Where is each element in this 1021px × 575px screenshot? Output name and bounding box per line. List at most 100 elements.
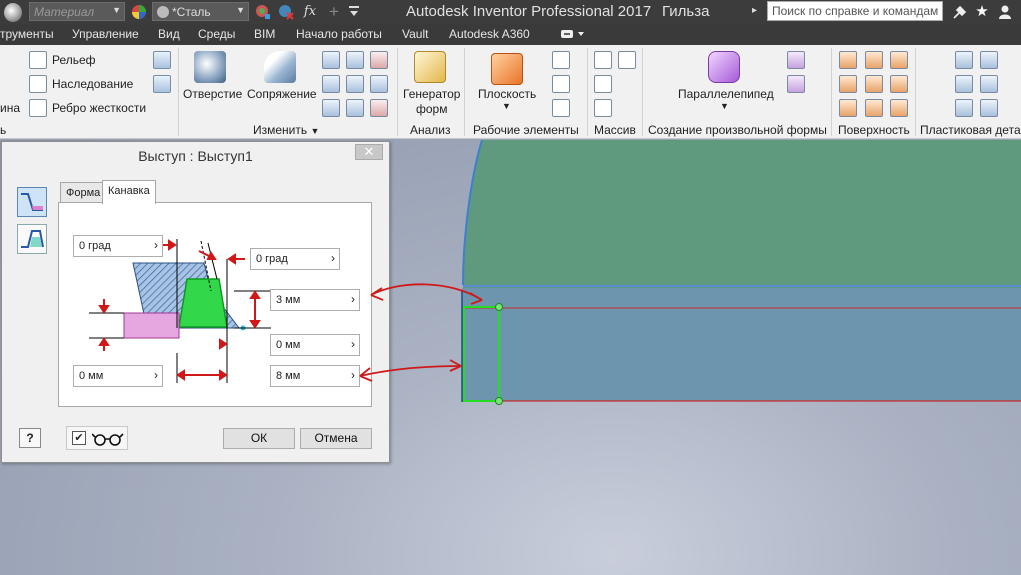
box-icon[interactable] xyxy=(708,51,740,83)
edit-form-icon[interactable] xyxy=(787,75,805,93)
fillet-icon[interactable] xyxy=(264,51,296,83)
user-account-icon[interactable] xyxy=(996,2,1014,21)
ribbon-display-toggle-icon[interactable] xyxy=(560,28,586,40)
derive-button[interactable]: Наследование xyxy=(52,77,133,91)
modify-group-label[interactable]: Изменить ▼ xyxy=(253,123,319,137)
search-expand-icon[interactable]: ▸ xyxy=(752,5,757,19)
delete-face-icon[interactable] xyxy=(370,99,388,117)
tab-get-started[interactable]: Начало работы xyxy=(296,27,382,41)
customize-toolbar-icon[interactable] xyxy=(345,2,363,21)
combine-icon[interactable] xyxy=(370,75,388,93)
rib-button[interactable]: Ребро жесткости xyxy=(52,101,146,115)
adjust-appearance-icon[interactable] xyxy=(254,2,272,21)
chevron-right-icon[interactable]: › xyxy=(154,238,158,252)
offset-right-field[interactable]: 0 мм › xyxy=(270,334,360,356)
app-menu-icon[interactable] xyxy=(4,3,22,22)
tab-view[interactable]: Вид xyxy=(158,27,180,41)
angle-right-field[interactable]: 0 град › xyxy=(250,248,340,270)
shape-generator-icon[interactable] xyxy=(414,51,446,83)
emboss-icon[interactable] xyxy=(29,51,47,69)
ucs-icon[interactable] xyxy=(552,99,570,117)
shape-generator-button-line2[interactable]: форм xyxy=(416,102,447,116)
draft-icon[interactable] xyxy=(346,75,364,93)
replace-face-icon[interactable] xyxy=(346,99,364,117)
tab-environments[interactable]: Среды xyxy=(198,27,235,41)
material-combo[interactable]: Материал ▼ xyxy=(29,2,125,21)
ribbon-cut-label[interactable]: ина xyxy=(0,101,20,115)
mirror-icon[interactable] xyxy=(618,51,636,69)
ruled-surface-icon[interactable] xyxy=(839,99,857,117)
chevron-right-icon[interactable]: › xyxy=(331,251,335,265)
tab-tools[interactable]: трументы xyxy=(0,27,54,41)
angle-left-field[interactable]: 0 град › xyxy=(73,235,163,257)
snap-fit-icon[interactable] xyxy=(980,75,998,93)
width-field[interactable]: 8 мм › xyxy=(270,365,360,387)
sketch-point[interactable] xyxy=(495,397,503,405)
dialog-title[interactable]: Выступ : Выступ1 xyxy=(2,142,389,170)
grill-icon[interactable] xyxy=(955,51,973,69)
tab-vault[interactable]: Vault xyxy=(402,27,428,41)
stitch-icon[interactable] xyxy=(865,51,883,69)
extend-icon[interactable] xyxy=(890,75,908,93)
tab-bim[interactable]: BIM xyxy=(254,27,275,41)
favorite-star-icon[interactable]: ★ xyxy=(973,2,991,21)
tab-groove[interactable]: Канавка xyxy=(102,180,156,204)
fillet-button[interactable]: Сопряжение xyxy=(247,87,317,101)
work-axis-icon[interactable] xyxy=(552,51,570,69)
chevron-down-icon[interactable]: ▼ xyxy=(720,101,729,111)
lip-icon[interactable] xyxy=(980,99,998,117)
hole-button[interactable]: Отверстие xyxy=(183,87,242,101)
help-search-input[interactable] xyxy=(768,2,942,20)
cancel-button[interactable]: Отмена xyxy=(300,428,372,449)
thicken-offset-icon[interactable] xyxy=(839,51,857,69)
chevron-right-icon[interactable]: › xyxy=(351,368,355,382)
chevron-right-icon[interactable]: › xyxy=(351,337,355,351)
help-search-box[interactable] xyxy=(767,1,943,21)
emboss-button[interactable]: Рельеф xyxy=(52,53,96,67)
tab-manage[interactable]: Управление xyxy=(72,27,139,41)
plane-button[interactable]: Плоскость xyxy=(478,87,536,101)
thread-icon[interactable] xyxy=(346,51,364,69)
sculpt-icon[interactable] xyxy=(890,51,908,69)
ok-button[interactable]: ОК xyxy=(223,428,295,449)
rest-icon[interactable] xyxy=(955,75,973,93)
copy-object-icon[interactable] xyxy=(153,51,171,69)
shell-icon[interactable] xyxy=(322,75,340,93)
move-bodies-icon[interactable] xyxy=(153,75,171,93)
trim-icon[interactable] xyxy=(865,75,883,93)
circular-pattern-icon[interactable] xyxy=(594,75,612,93)
tab-shape[interactable]: Форма xyxy=(60,182,107,203)
boss-icon[interactable] xyxy=(980,51,998,69)
chevron-right-icon[interactable]: › xyxy=(154,368,158,382)
offset-left-field[interactable]: 0 мм › xyxy=(73,365,163,387)
fx-parameters-icon[interactable]: fx xyxy=(301,2,319,21)
split-icon[interactable] xyxy=(370,51,388,69)
sketch-point[interactable] xyxy=(495,303,503,311)
thicken-icon[interactable] xyxy=(322,99,340,117)
profile-type-groove-button[interactable] xyxy=(17,224,47,254)
help-button[interactable]: ? xyxy=(19,428,41,448)
search-help-icon[interactable] xyxy=(951,2,969,21)
preview-checkbox[interactable]: ✔ xyxy=(72,431,86,445)
convert-to-freeform-icon[interactable] xyxy=(787,51,805,69)
sketch-pattern-icon[interactable] xyxy=(594,99,612,117)
height-field[interactable]: 3 мм › xyxy=(270,289,360,311)
repair-bodies-icon[interactable] xyxy=(890,99,908,117)
chamfer-icon[interactable] xyxy=(322,51,340,69)
patch-icon[interactable] xyxy=(839,75,857,93)
tab-a360[interactable]: Autodesk A360 xyxy=(449,27,530,41)
box-button[interactable]: Параллелепипед xyxy=(678,87,774,101)
dialog-close-button[interactable]: ✕ xyxy=(355,144,383,160)
profile-type-flank-button[interactable] xyxy=(17,187,47,217)
rule-fillet-icon[interactable] xyxy=(955,99,973,117)
rectangular-pattern-icon[interactable] xyxy=(594,51,612,69)
boundary-patch-icon[interactable] xyxy=(865,99,883,117)
appearance-icon[interactable] xyxy=(130,2,148,21)
rib-icon[interactable] xyxy=(29,99,47,117)
clear-appearance-icon[interactable] xyxy=(277,2,295,21)
derive-icon[interactable] xyxy=(29,75,47,93)
plane-icon[interactable] xyxy=(491,53,523,85)
chevron-down-icon[interactable]: ▼ xyxy=(502,101,511,111)
work-point-icon[interactable] xyxy=(552,75,570,93)
appearance-combo[interactable]: *Сталь ▼ xyxy=(152,2,249,21)
